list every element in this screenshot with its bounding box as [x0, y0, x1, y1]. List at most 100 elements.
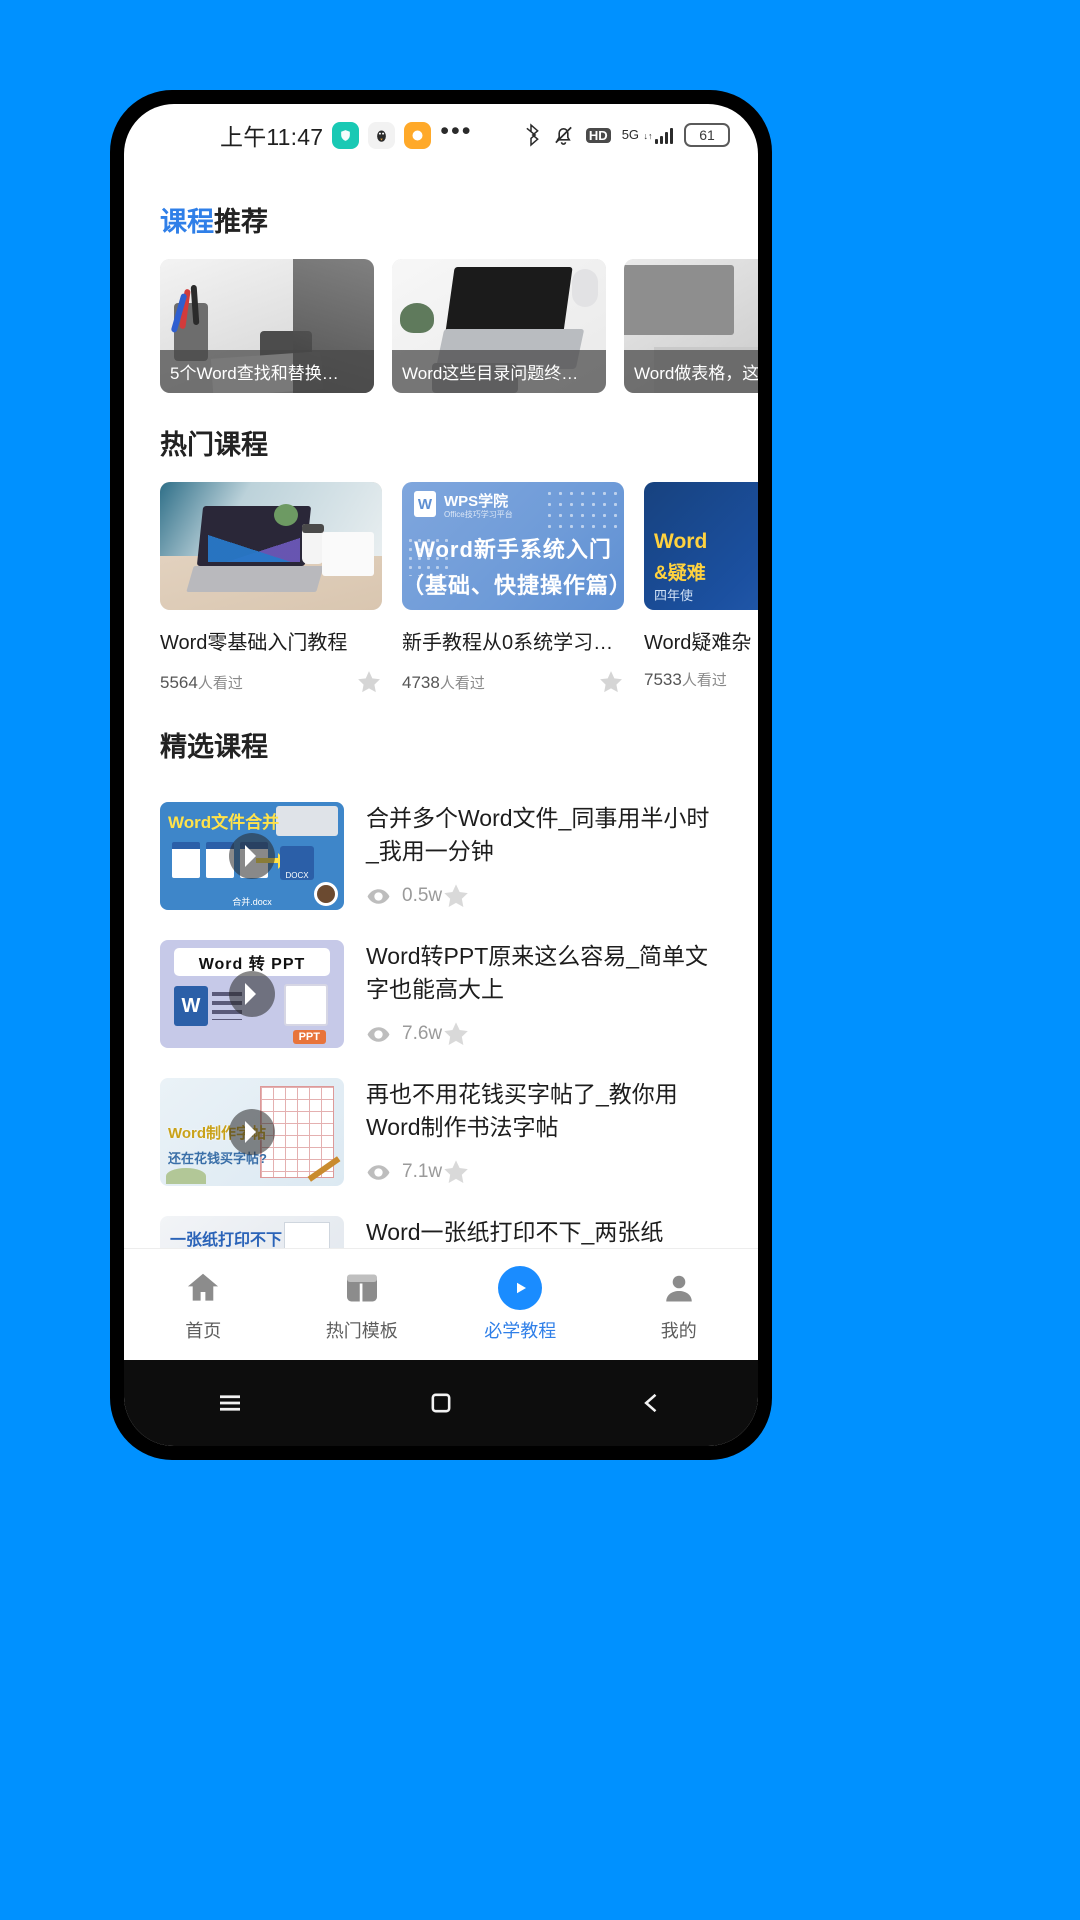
tab-tutorials[interactable]: 必学教程 [441, 1265, 600, 1343]
recommend-card-caption: 5个Word查找和替换… [160, 350, 374, 393]
wps-brand-text: WPS学院 [444, 493, 509, 510]
tab-home[interactable]: 首页 [124, 1267, 283, 1343]
banner-line-2: （基础、快捷操作篇） [402, 573, 624, 598]
play-button-icon[interactable] [229, 971, 275, 1017]
recommend-card[interactable]: 5个Word查找和替换… [160, 259, 374, 393]
hot-course-card[interactable]: Word零基础入门教程 5564人看过 [160, 482, 382, 695]
android-nav-bar [124, 1360, 758, 1446]
hot-course-meta: 4738人看过 [402, 669, 624, 695]
featured-course-thumbnail: Word 转 PPT W PPT [160, 940, 344, 1048]
bell-silent-icon [552, 123, 575, 147]
bluetooth-icon [521, 123, 541, 147]
featured-course-thumbnail: Word文件合并 DOCX 合并.docx [160, 802, 344, 910]
hot-course-meta: 7533人看过 [644, 669, 758, 690]
hot-course-title: Word疑难杂 [644, 632, 752, 654]
screenshot-root: 上午11:47 ••• HD 5G ↓↑ 61 课程推荐 5个Word查找和替换… [0, 0, 1080, 1920]
hot-course-views: 4738人看过 [402, 672, 485, 693]
featured-course-meta: 7.6w [366, 1020, 722, 1048]
section-title-recommend: 课程推荐 [124, 166, 758, 259]
featured-course-body: 再也不用花钱买字帖了_教你用Word制作书法字帖 7.1w [366, 1078, 722, 1186]
thumbnail-w-letter: W [174, 986, 208, 1026]
favorite-star-icon[interactable] [356, 669, 382, 695]
status-bar-left: 上午11:47 ••• [124, 118, 473, 152]
hot-courses-row[interactable]: Word零基础入门教程 5564人看过 W WPS学院 Office技巧学习平台… [124, 482, 758, 695]
section-title-accent: 课程 [160, 207, 214, 237]
hot-course-view-suffix: 人看过 [681, 672, 727, 689]
back-chevron-icon[interactable] [547, 1389, 758, 1417]
hot-course-view-suffix: 人看过 [439, 674, 485, 692]
hot-course-view-count: 5564 [160, 672, 198, 692]
hot-course-thumbnail [160, 482, 382, 610]
thumbnail-badge: PPT [292, 1030, 326, 1044]
featured-course-thumbnail: Word制作字帖 还在花钱买字帖? [160, 1078, 344, 1186]
featured-course-title: Word转PPT原来这么容易_简单文字也能高大上 [366, 943, 709, 1002]
featured-course-meta: 7.1w [366, 1158, 722, 1186]
hot-course-view-suffix: 人看过 [197, 674, 243, 692]
favorite-star-icon[interactable] [598, 669, 624, 695]
featured-course-item[interactable]: Word制作字帖 还在花钱买字帖? 再也不用花钱买字帖了_教你用Word制作书法… [124, 1064, 758, 1202]
menu-icon[interactable] [124, 1388, 335, 1418]
section-title-rest: 推荐 [214, 207, 268, 237]
tab-templates-label: 热门模板 [325, 1320, 398, 1341]
hot-course-meta: 5564人看过 [160, 669, 382, 695]
featured-course-meta: 0.5w [366, 882, 722, 910]
favorite-star-icon[interactable] [442, 1020, 470, 1048]
tab-tutorials-label: 必学教程 [484, 1320, 557, 1341]
scroll-content[interactable]: 课程推荐 5个Word查找和替换… Word这些目录问题终… Word做表格，这… [124, 166, 758, 1336]
hot-course-title: 新手教程从0系统学习O… [402, 632, 624, 654]
recommend-card[interactable]: Word做表格，这… [624, 259, 758, 393]
bottom-tab-bar: 首页 热门模板 必学教程 我的 [124, 1248, 758, 1360]
section-title-hot: 热门课程 [160, 430, 268, 460]
status-bar-right: HD 5G ↓↑ 61 [521, 123, 730, 147]
network-label: 5G [621, 127, 640, 142]
status-bar: 上午11:47 ••• HD 5G ↓↑ 61 [124, 104, 758, 166]
home-icon [124, 1267, 283, 1309]
status-time: 上午11:47 [220, 124, 324, 150]
featured-course-views: 0.5w [402, 885, 443, 906]
featured-course-title: 再也不用花钱买字帖了_教你用Word制作书法字帖 [366, 1081, 678, 1140]
wps-logo-icon: W [414, 491, 436, 517]
qq-shield-icon [332, 121, 360, 149]
featured-course-body: Word转PPT原来这么容易_简单文字也能高大上 7.6w [366, 940, 722, 1048]
banner-line-3: 四年使 [654, 588, 694, 603]
eye-icon [366, 1022, 391, 1047]
network-indicator: 5G ↓↑ [622, 126, 673, 144]
recommend-card[interactable]: Word这些目录问题终… [392, 259, 606, 393]
thumbnail-title: 一张纸打印不下 [170, 1232, 283, 1249]
section-title-featured: 精选课程 [160, 732, 268, 762]
featured-course-views: 7.6w [402, 1023, 443, 1044]
hd-badge-icon: HD [585, 127, 611, 143]
eye-icon [366, 884, 391, 909]
featured-course-views: 7.1w [402, 1161, 443, 1182]
hot-course-card[interactable]: W WPS学院 Office技巧学习平台 Word新手系统入门 （基础、快捷操作… [402, 482, 624, 695]
recommend-card-caption: Word这些目录问题终… [392, 350, 606, 393]
featured-course-item[interactable]: Word文件合并 DOCX 合并.docx 合并多个Word文件_同事用半小时_… [124, 788, 758, 926]
hot-course-thumbnail: W WPS学院 Office技巧学习平台 Word新手系统入门 （基础、快捷操作… [402, 482, 624, 610]
eye-icon [366, 1160, 391, 1185]
hot-course-view-count: 7533 [644, 670, 682, 689]
recommend-carousel[interactable]: 5个Word查找和替换… Word这些目录问题终… Word做表格，这… [124, 259, 758, 393]
person-icon [600, 1267, 759, 1309]
tab-templates[interactable]: 热门模板 [283, 1267, 442, 1343]
banner-line-1: Word新手系统入门 [414, 537, 612, 562]
tab-profile-label: 我的 [660, 1320, 697, 1341]
status-overflow-icon: ••• [440, 116, 473, 145]
featured-course-item[interactable]: Word 转 PPT W PPT Word转PPT原来这么容易_简单文字也能高大… [124, 926, 758, 1064]
tab-home-label: 首页 [185, 1320, 222, 1341]
featured-course-body: 合并多个Word文件_同事用半小时_我用一分钟 0.5w [366, 802, 722, 910]
play-button-icon[interactable] [229, 833, 275, 879]
banner-line-1: Word [654, 530, 708, 553]
chat-bubble-icon [404, 121, 432, 149]
favorite-star-icon[interactable] [442, 882, 470, 910]
hot-course-card[interactable]: W Word &疑难 四年使 Word疑难杂 7533人看过 [644, 482, 758, 695]
phone-screen: 上午11:47 ••• HD 5G ↓↑ 61 课程推荐 5个Word查找和替换… [124, 104, 758, 1446]
hot-course-thumbnail: W Word &疑难 四年使 [644, 482, 758, 610]
play-button-icon[interactable] [229, 1109, 275, 1155]
tab-profile[interactable]: 我的 [600, 1267, 759, 1343]
home-square-icon[interactable] [335, 1389, 546, 1417]
battery-indicator: 61 [684, 123, 730, 147]
favorite-star-icon[interactable] [442, 1158, 470, 1186]
thumbnail-badge: DOCX [280, 846, 314, 880]
featured-course-title: Word一张纸打印不下_两张纸 [366, 1219, 664, 1245]
featured-course-title: 合并多个Word文件_同事用半小时_我用一分钟 [366, 805, 710, 864]
